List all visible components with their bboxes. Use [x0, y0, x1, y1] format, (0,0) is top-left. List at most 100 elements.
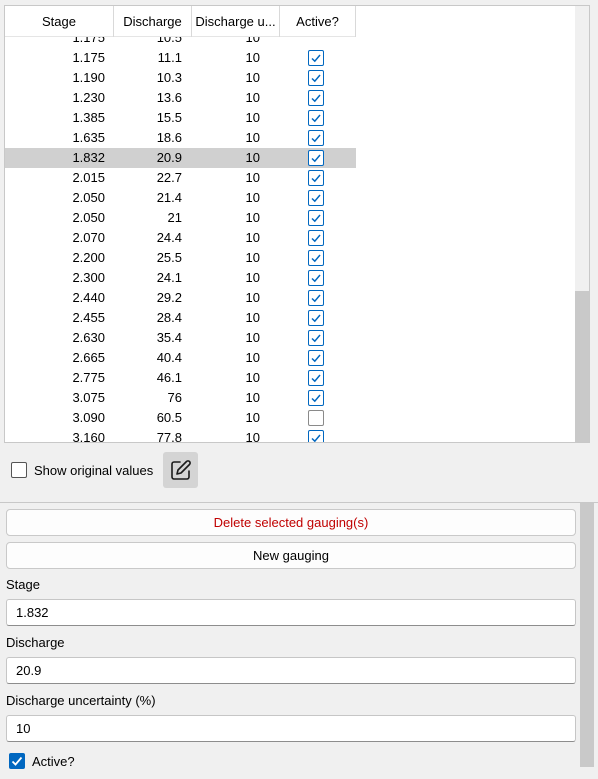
cell-active — [280, 388, 356, 408]
cell-discharge: 35.4 — [156, 330, 182, 345]
active-cell-checkbox[interactable] — [308, 210, 324, 226]
active-cell-checkbox[interactable] — [308, 130, 324, 146]
discharge-input[interactable]: 20.9 — [6, 657, 576, 684]
active-cell-checkbox[interactable] — [308, 230, 324, 246]
table-row[interactable]: 2.300 24.1 10 — [5, 268, 356, 288]
active-cell-checkbox[interactable] — [308, 370, 324, 386]
table-row[interactable]: 1.175 11.1 10 — [5, 48, 356, 68]
column-header-uncertainty[interactable]: Discharge u... — [192, 6, 280, 37]
active-cell-checkbox[interactable] — [308, 290, 324, 306]
table-row[interactable]: 2.200 25.5 10 — [5, 248, 356, 268]
cell-uncertainty: 10 — [245, 330, 260, 345]
cell-uncertainty: 10 — [245, 270, 260, 285]
active-cell-checkbox[interactable] — [308, 70, 324, 86]
gaugings-table[interactable]: Stage Discharge Discharge u... Active? 1… — [4, 5, 590, 443]
section-divider — [0, 502, 598, 503]
active-cell-checkbox[interactable] — [308, 330, 324, 346]
active-cell-checkbox[interactable] — [308, 310, 324, 326]
column-header-discharge[interactable]: Discharge — [114, 6, 192, 37]
active-cell-checkbox[interactable] — [308, 390, 324, 406]
cell-discharge: 24.4 — [156, 230, 182, 245]
table-row[interactable]: 1.230 13.6 10 — [5, 88, 356, 108]
cell-stage: 3.075 — [72, 390, 105, 405]
cell-active — [280, 188, 356, 208]
uncertainty-label: Discharge uncertainty (%) — [6, 693, 156, 708]
cell-stage: 2.300 — [72, 270, 105, 285]
table-row[interactable]: 2.050 21 10 — [5, 208, 356, 228]
edit-button[interactable] — [163, 452, 198, 488]
cell-discharge: 76 — [167, 390, 182, 405]
show-original-toggle[interactable]: Show original values — [11, 460, 153, 480]
cell-uncertainty: 10 — [245, 310, 260, 325]
cell-discharge: 18.6 — [156, 130, 182, 145]
cell-discharge: 22.7 — [156, 170, 182, 185]
cell-uncertainty: 10 — [245, 190, 260, 205]
cell-uncertainty: 10 — [245, 90, 260, 105]
table-row[interactable]: 3.075 76 10 — [5, 388, 356, 408]
table-row[interactable]: 1.635 18.6 10 — [5, 128, 356, 148]
cell-stage: 1.190 — [72, 70, 105, 85]
active-cell-checkbox[interactable] — [308, 270, 324, 286]
cell-discharge: 20.9 — [156, 150, 182, 165]
table-row[interactable]: 1.832 20.9 10 — [5, 148, 356, 168]
cell-active — [280, 428, 356, 442]
table-row[interactable]: 2.455 28.4 10 — [5, 308, 356, 328]
show-original-checkbox[interactable] — [11, 462, 27, 478]
active-toggle[interactable]: Active? — [9, 752, 75, 770]
cell-uncertainty: 10 — [245, 290, 260, 305]
table-row[interactable]: 1.385 15.5 10 — [5, 108, 356, 128]
active-cell-checkbox[interactable] — [308, 190, 324, 206]
uncertainty-input[interactable]: 10 — [6, 715, 576, 742]
cell-uncertainty: 10 — [245, 110, 260, 125]
active-cell-checkbox[interactable] — [308, 250, 324, 266]
column-header-active[interactable]: Active? — [280, 6, 356, 37]
cell-active — [280, 348, 356, 368]
cell-stage: 2.200 — [72, 250, 105, 265]
table-row[interactable]: 2.070 24.4 10 — [5, 228, 356, 248]
table-row[interactable]: 3.090 60.5 10 — [5, 408, 356, 428]
cell-active — [280, 308, 356, 328]
active-cell-checkbox[interactable] — [308, 90, 324, 106]
scrollbar-thumb[interactable] — [575, 291, 589, 442]
table-vertical-scrollbar[interactable] — [575, 6, 589, 442]
table-row[interactable]: 2.775 46.1 10 — [5, 368, 356, 388]
cell-stage: 2.630 — [72, 330, 105, 345]
discharge-label: Discharge — [6, 635, 65, 650]
stage-input[interactable]: 1.832 — [6, 599, 576, 626]
table-row[interactable]: 2.440 29.2 10 — [5, 288, 356, 308]
delete-gauging-button[interactable]: Delete selected gauging(s) — [6, 509, 576, 536]
active-cell-checkbox[interactable] — [308, 170, 324, 186]
active-cell-checkbox[interactable] — [308, 410, 324, 426]
cell-uncertainty: 10 — [245, 350, 260, 365]
cell-active — [280, 68, 356, 88]
new-gauging-button[interactable]: New gauging — [6, 542, 576, 569]
cell-discharge: 24.1 — [156, 270, 182, 285]
active-cell-checkbox[interactable] — [308, 350, 324, 366]
table-row[interactable]: 2.015 22.7 10 — [5, 168, 356, 188]
column-header-stage[interactable]: Stage — [5, 6, 114, 37]
table-row[interactable]: 2.630 35.4 10 — [5, 328, 356, 348]
show-original-label: Show original values — [34, 462, 154, 478]
cell-stage: 1.230 — [72, 90, 105, 105]
active-cell-checkbox[interactable] — [308, 150, 324, 166]
cell-discharge: 46.1 — [156, 370, 182, 385]
table-row[interactable]: 3.160 77.8 10 — [5, 428, 356, 443]
panel-scrollbar[interactable] — [580, 503, 594, 767]
active-cell-checkbox[interactable] — [308, 50, 324, 66]
cell-stage: 2.070 — [72, 230, 105, 245]
cell-stage: 2.050 — [72, 210, 105, 225]
table-row[interactable]: 2.665 40.4 10 — [5, 348, 356, 368]
cell-stage: 3.160 — [72, 430, 105, 443]
cell-stage: 2.440 — [72, 290, 105, 305]
table-row[interactable]: 1.190 10.3 10 — [5, 68, 356, 88]
table-row[interactable]: 2.050 21.4 10 — [5, 188, 356, 208]
active-cell-checkbox[interactable] — [308, 110, 324, 126]
active-cell-checkbox[interactable] — [308, 430, 324, 442]
cell-active — [280, 128, 356, 148]
cell-discharge: 21 — [167, 210, 182, 225]
table-body: 1.175 10.5 10 1.175 11.1 10 1.190 10.3 10 1.23… — [5, 28, 577, 443]
cell-uncertainty: 10 — [245, 170, 260, 185]
cell-uncertainty: 10 — [245, 370, 260, 385]
cell-active — [280, 208, 356, 228]
active-checkbox[interactable] — [9, 753, 25, 769]
